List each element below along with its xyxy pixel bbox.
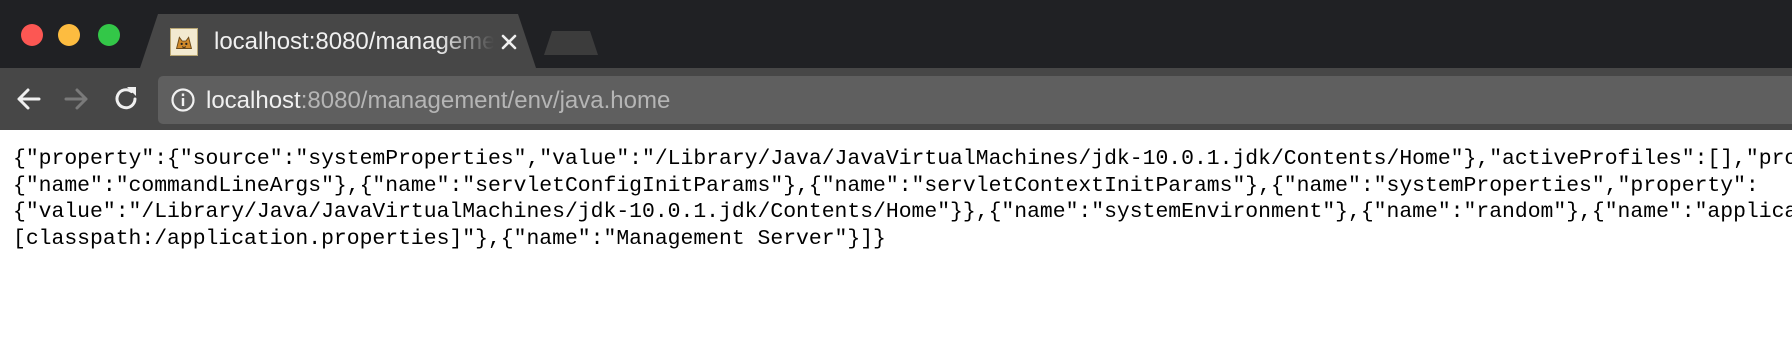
browser-toolbar: localhost:8080/management/env/java.home [0, 68, 1792, 130]
arrow-left-icon[interactable] [11, 82, 45, 116]
window-minimize-button[interactable] [58, 24, 80, 46]
window-close-button[interactable] [21, 24, 43, 46]
tab-active[interactable]: localhost:8080/management/env/java.home [140, 14, 536, 68]
new-tab-button[interactable] [544, 31, 598, 55]
tomcat-icon [170, 28, 198, 56]
json-line: {"value":"/Library/Java/JavaVirtualMachi… [13, 200, 1792, 224]
url-text[interactable]: localhost:8080/management/env/java.home [206, 87, 670, 115]
json-line: {"name":"commandLineArgs"},{"name":"serv… [13, 173, 1759, 198]
close-icon[interactable] [496, 29, 522, 55]
window-titlebar: localhost:8080/management/env/java.home [0, 0, 1792, 68]
window-maximize-button[interactable] [98, 24, 120, 46]
address-bar[interactable]: localhost:8080/management/env/java.home [158, 76, 1792, 124]
json-response: {"property":{"source":"systemProperties"… [13, 146, 1792, 252]
page-content: {"property":{"source":"systemProperties"… [0, 130, 1792, 348]
info-icon[interactable] [170, 87, 196, 113]
arrow-right-icon[interactable] [60, 82, 94, 116]
tab-title: localhost:8080/management/env/java.home [214, 28, 494, 55]
url-host: localhost [206, 87, 301, 114]
json-line: {"property":{"source":"systemProperties"… [13, 147, 1792, 171]
reload-icon[interactable] [109, 82, 143, 116]
json-line: [classpath:/application.properties]"},{"… [13, 226, 886, 251]
url-path: :8080/management/env/java.home [300, 87, 671, 114]
